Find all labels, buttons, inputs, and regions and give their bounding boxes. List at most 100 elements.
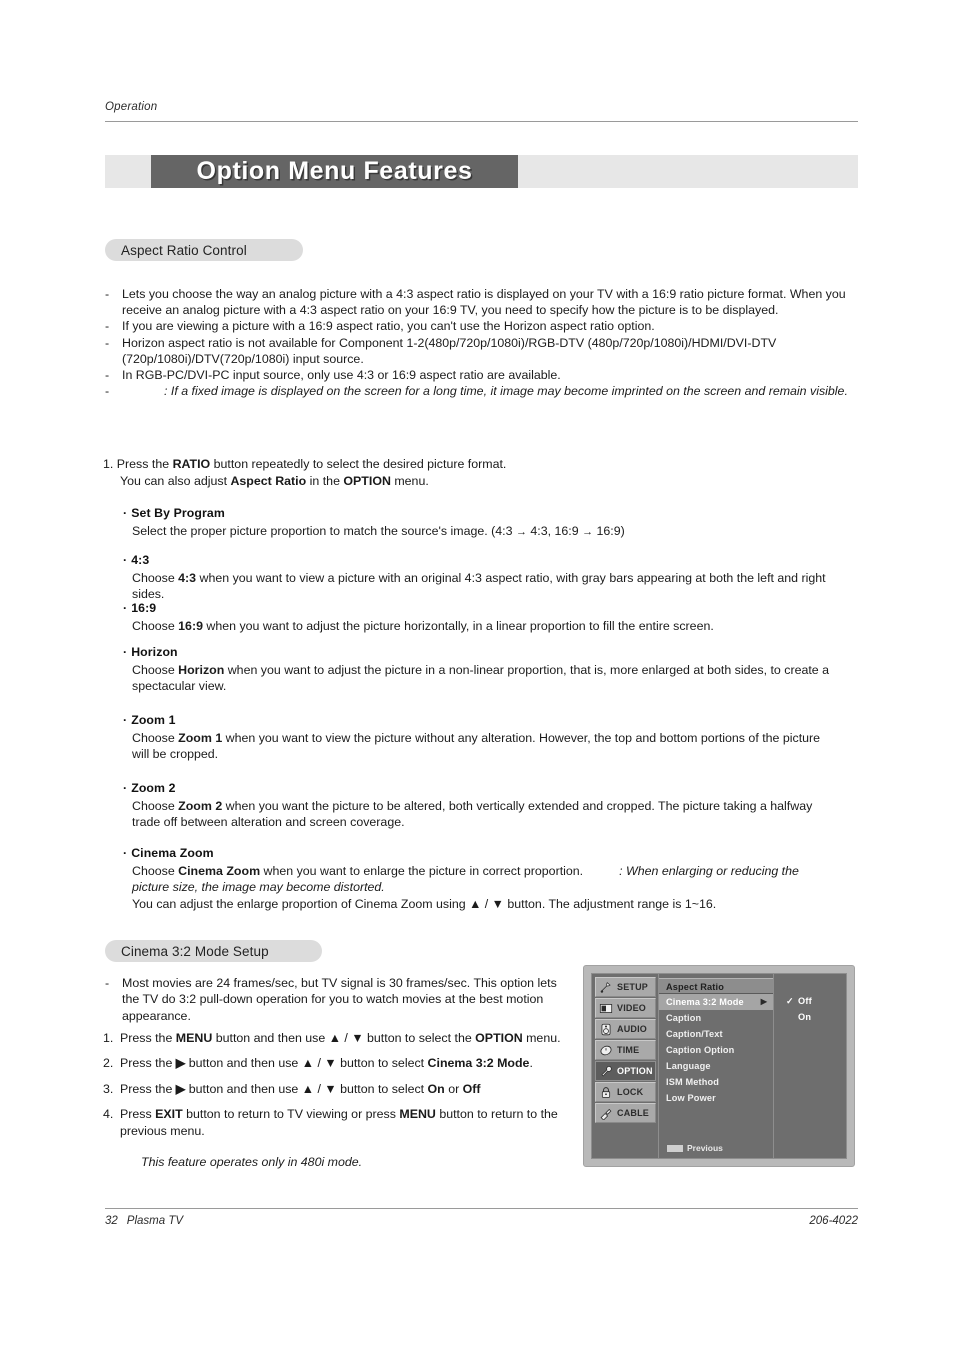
up-arrow-icon: ▲ xyxy=(301,1081,315,1096)
step-mid2: button to select xyxy=(336,1056,428,1071)
display-icon xyxy=(599,1003,613,1013)
list-item: 4. Press EXIT button to return to TV vie… xyxy=(103,1106,583,1139)
option-body: Choose Horizon when you want to adjust t… xyxy=(123,662,838,695)
option-body-bold: Cinema Zoom xyxy=(178,864,261,878)
bullet-dash: - xyxy=(105,976,110,990)
osd-tab-label: SETUP xyxy=(617,982,649,992)
step-mid: button and then use xyxy=(185,1056,302,1071)
osd-tab-lock[interactable]: LOCK xyxy=(595,1082,656,1102)
off-value-label: Off xyxy=(462,1081,481,1096)
option-body: Select the proper picture proportion to … xyxy=(123,523,838,540)
step-number: 3. xyxy=(103,1081,114,1096)
step-mid: button and then use xyxy=(185,1081,302,1096)
wrench-icon xyxy=(601,1065,612,1076)
osd-item-label: Aspect Ratio xyxy=(666,982,724,992)
osd-previous-hint[interactable]: Previous xyxy=(666,1143,723,1153)
step-number: 2. xyxy=(103,1056,114,1071)
osd-tab-video[interactable]: VIDEO xyxy=(595,998,656,1018)
option-heading: · Horizon xyxy=(123,645,838,659)
up-arrow-icon: ▲ xyxy=(469,896,482,911)
osd-item-label: Caption xyxy=(666,1013,702,1023)
osd-tab-cable[interactable]: CABLE xyxy=(595,1103,656,1123)
list-item: - : If a fixed image is displayed on the… xyxy=(105,383,861,399)
osd-tab-option[interactable]: OPTION xyxy=(595,1061,656,1081)
document-code: 206-4022 xyxy=(809,1215,858,1227)
osd-menu-item-low-power[interactable]: Low Power xyxy=(659,1090,773,1106)
osd-tab-time[interactable]: TIME xyxy=(595,1040,656,1060)
osd-item-label: Low Power xyxy=(666,1093,716,1103)
section-heading-aspect-ratio-control: Aspect Ratio Control xyxy=(105,239,303,261)
step-one-line2-pre: You can also adjust xyxy=(120,473,231,488)
right-arrow-icon: → xyxy=(515,526,527,538)
osd-item-label: Cinema 3:2 Mode xyxy=(666,997,744,1007)
bullet-dot-icon: · xyxy=(123,781,128,795)
header-rule xyxy=(105,121,858,122)
clock-icon xyxy=(600,1045,612,1055)
option-body-post: 16:9) xyxy=(593,524,625,538)
osd-value-panel: ✓ Off On xyxy=(774,974,846,1158)
osd-menu-item-language[interactable]: Language xyxy=(659,1058,773,1074)
osd-tab-setup[interactable]: SETUP xyxy=(595,977,656,997)
option-body: Choose 4:3 when you want to view a pictu… xyxy=(123,570,838,603)
osd-menu-item-caption[interactable]: Caption xyxy=(659,1010,773,1026)
osd-value-off[interactable]: ✓ Off xyxy=(786,993,846,1009)
option-menu-label: OPTION xyxy=(343,473,391,488)
bullet-dot-icon: · xyxy=(123,553,128,567)
osd-tab-label: AUDIO xyxy=(617,1024,647,1034)
step-mid: button and then use xyxy=(212,1031,329,1045)
option-heading-text: 4:3 xyxy=(131,553,150,567)
menu-button-label: MENU xyxy=(399,1107,436,1122)
osd-menu-item-caption-option[interactable]: Caption Option xyxy=(659,1042,773,1058)
option-body-bold: Horizon xyxy=(178,663,225,677)
footer-left: 32 Plasma TV xyxy=(105,1215,183,1227)
osd-menu-item-cinema-32-mode[interactable]: Cinema 3:2 Mode ▶ xyxy=(659,994,773,1010)
option-heading: · 4:3 xyxy=(123,553,838,567)
arrow-separator: / xyxy=(314,1081,325,1096)
osd-value-label: On xyxy=(798,1012,812,1022)
osd-tab-audio[interactable]: AUDIO xyxy=(595,1019,656,1039)
manual-page: Operation Option Menu Features Aspect Ra… xyxy=(0,0,954,1351)
bullet-text: In RGB-PC/DVI-PC input source, only use … xyxy=(122,368,561,383)
menu-key-chip-icon xyxy=(666,1143,684,1153)
option-zoom-1: · Zoom 1 Choose Zoom 1 when you want to v… xyxy=(123,713,838,763)
option-cinema-zoom: · Cinema Zoom Choose Cinema Zoom when you… xyxy=(123,846,838,912)
running-head: Operation xyxy=(105,101,158,113)
bullet-text-note: : If a fixed image is displayed on the s… xyxy=(164,384,848,399)
step-mid: button to return to TV viewing or press xyxy=(182,1107,400,1122)
option-body-pre: Choose xyxy=(132,663,179,677)
bullet-dash: - xyxy=(105,319,110,334)
osd-value-on[interactable]: On xyxy=(786,1009,846,1025)
step-one-line1-pre: 1. Press the xyxy=(103,457,173,471)
aspect-ratio-bullet-list: - Lets you choose the way an analog pict… xyxy=(105,286,861,399)
bullet-dash: - xyxy=(105,368,110,383)
osd-inner-panel: SETUP VIDEO AUDIO TIME OPTION LOCK CABLE… xyxy=(591,973,847,1159)
step-mid2: button to select the xyxy=(363,1031,476,1045)
right-arrow-icon: → xyxy=(582,526,594,538)
up-arrow-icon: ▲ xyxy=(328,1031,341,1045)
product-name: Plasma TV xyxy=(126,1215,184,1227)
option-body: Choose Cinema Zoom when you want to enla… xyxy=(123,863,838,912)
osd-menu-item-caption-text[interactable]: Caption/Text xyxy=(659,1026,773,1042)
step-text: Press the MENU button and then use ▲ / ▼… xyxy=(120,1030,583,1046)
osd-menu-list: Aspect Ratio Cinema 3:2 Mode ▶ Caption Ca… xyxy=(658,974,774,1158)
option-heading-text: 16:9 xyxy=(131,601,157,615)
option-set-by-program: · Set By Program Select the proper pictur… xyxy=(123,506,838,540)
osd-tab-label: LOCK xyxy=(617,1087,644,1097)
option-heading: · Zoom 2 xyxy=(123,781,838,795)
step-post: menu. xyxy=(522,1031,561,1045)
down-arrow-icon: ▼ xyxy=(351,1031,364,1045)
bullet-text: If you are viewing a picture with a 16:9… xyxy=(122,319,655,334)
menu-button-label: MENU xyxy=(175,1031,213,1045)
osd-tab-label: OPTION xyxy=(617,1066,653,1076)
list-item: 1. Press the MENU button and then use ▲ … xyxy=(103,1030,583,1046)
step-text: Press the ▶ button and then use ▲ / ▼ bu… xyxy=(120,1055,583,1071)
list-item: 3. Press the ▶ button and then use ▲ / ▼… xyxy=(103,1081,583,1097)
bullet-dot-icon: · xyxy=(123,506,128,520)
list-item: - If you are viewing a picture with a 16… xyxy=(105,318,861,334)
down-arrow-icon: ▼ xyxy=(324,1056,337,1071)
osd-menu-item-ism-method[interactable]: ISM Method xyxy=(659,1074,773,1090)
option-heading: · Zoom 1 xyxy=(123,713,838,727)
osd-menu-item-aspect-ratio[interactable]: Aspect Ratio xyxy=(659,978,773,994)
option-body-pre: Choose xyxy=(132,571,179,585)
osd-item-label: Caption/Text xyxy=(666,1029,723,1039)
